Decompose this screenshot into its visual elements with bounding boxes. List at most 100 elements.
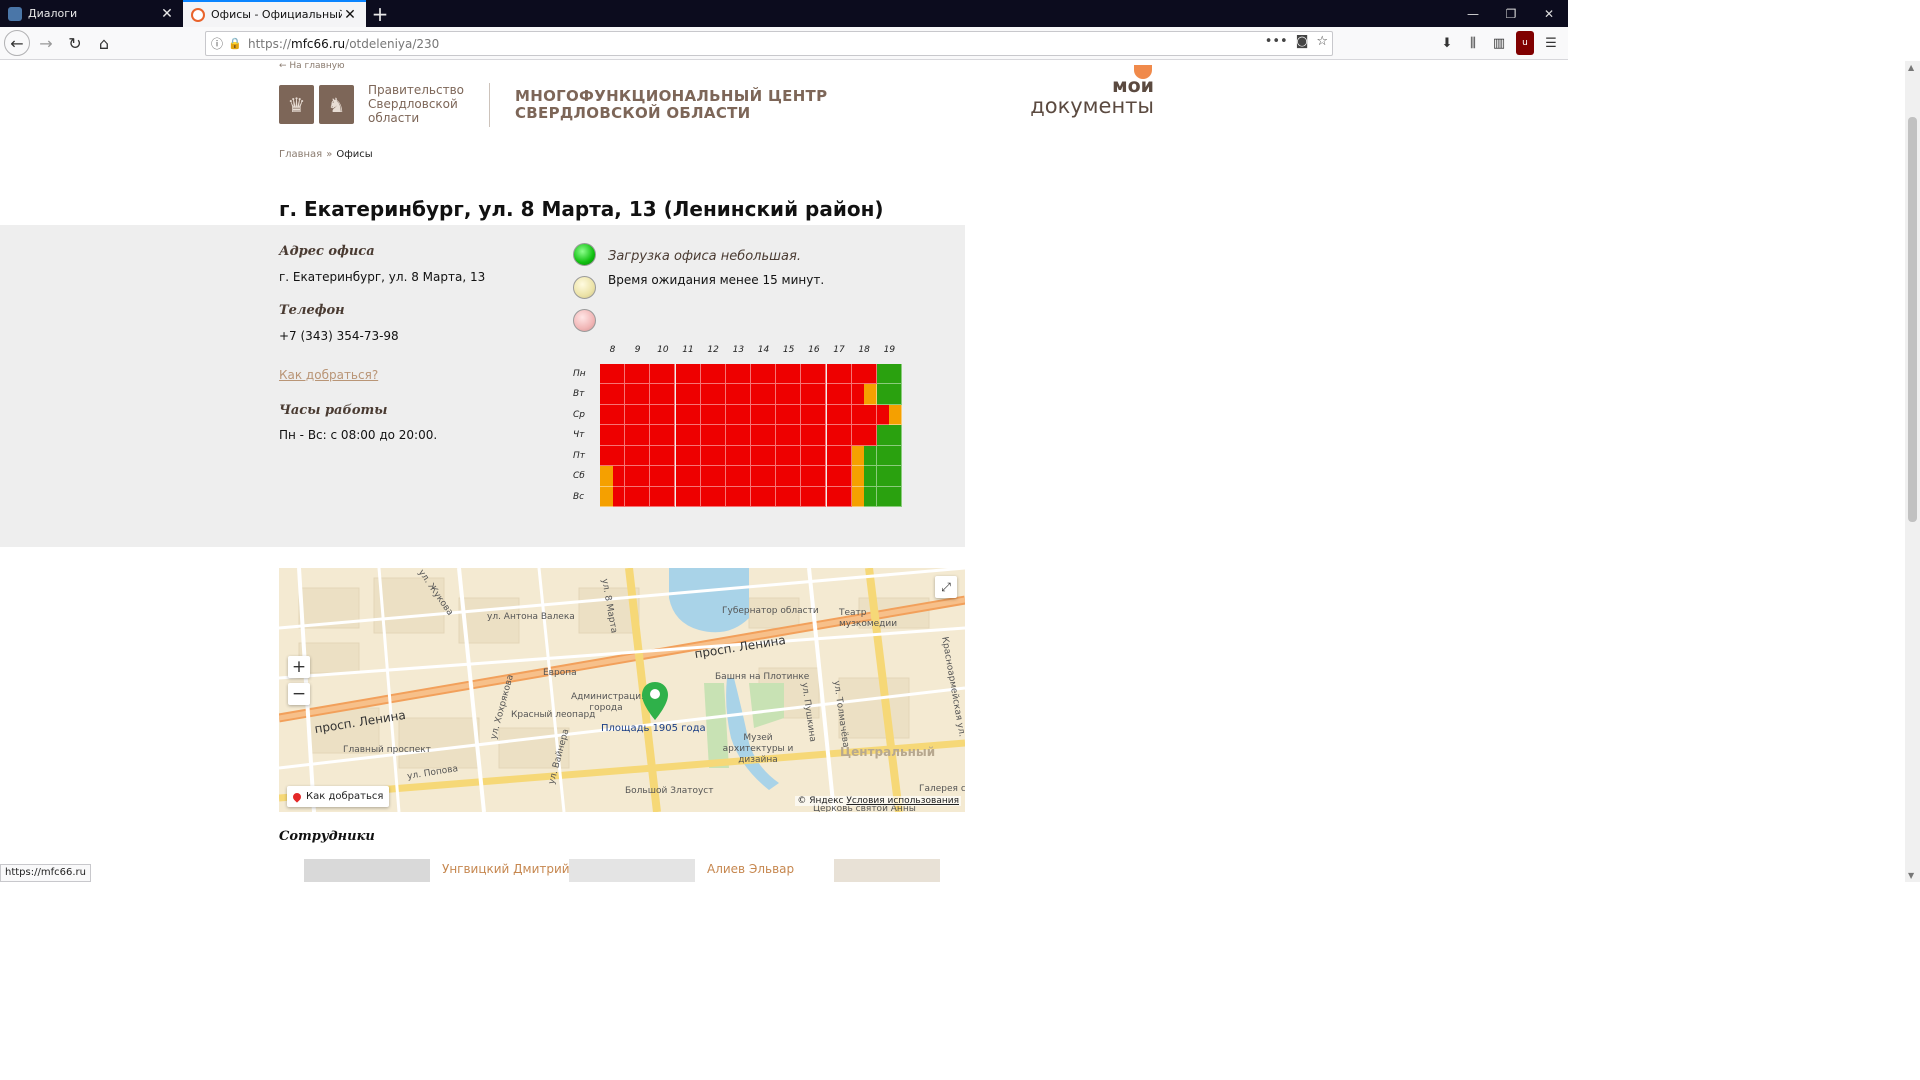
heatmap-hour-label: 17 [833,345,845,355]
heatmap-cell [889,466,902,487]
heatmap-day-label: Пн [573,369,586,379]
heatmap-cell [700,445,714,467]
moi-dokumenty-logo[interactable]: мои документы [1014,65,1154,117]
heatmap-cell [864,445,877,467]
heatmap-grid [600,364,902,507]
heatmap-cell [776,425,789,446]
heatmap-cell [600,466,613,487]
scroll-down-icon[interactable]: ▼ [1908,871,1914,880]
heatmap-day-label: Пт [573,450,586,461]
heatmap-cell [826,404,840,426]
terms-link[interactable]: Условия использования [846,796,959,806]
heatmap-cell [612,364,626,385]
heatmap-cell [751,384,764,405]
heatmap-cell [851,384,865,405]
yandex-map[interactable]: ул. Антона Валека ул. 8 Марта Губернатор… [279,568,965,812]
heatmap-cell [675,425,689,446]
reload-button[interactable]: ↻ [62,30,88,56]
new-tab-button[interactable]: + [366,0,394,27]
status-bar-url: https://mfc66.ru [0,864,91,882]
heatmap-cell [889,384,902,405]
fullscreen-button[interactable]: ⤢ [935,576,957,598]
page-scrollbar[interactable]: ▲ ▼ [1905,61,1920,882]
heatmap-cell [801,466,814,487]
route-link[interactable]: Как добраться? [279,368,378,382]
zoom-out-button[interactable]: − [288,683,310,705]
emblems: ♛ ♞ [279,85,354,124]
pocket-icon[interactable]: ◙ [1296,34,1309,49]
tab-offices[interactable]: Офисы - Официальный сайт ✕ [183,0,366,27]
address-bar[interactable]: ⓘ 🔒 https://mfc66.ru/otdeleniya/230 ••• … [205,31,1333,56]
breadcrumb-current: Офисы [336,149,373,160]
library-icon[interactable]: ⫼ [1464,31,1482,55]
heatmap-cell [637,404,651,426]
government-title: Правительство Свердловской области [368,83,464,125]
map-label: Большой Златоуст [625,786,714,796]
staff-name[interactable]: Алиев Эльвар [707,862,794,876]
heatmap-cell [612,486,626,507]
heatmap-hour-label: 13 [732,345,745,355]
heatmap-hour-label: 16 [808,345,820,355]
menu-icon[interactable]: ☰ [1542,31,1560,55]
heatmap-cell [725,445,739,467]
tab-dialogs[interactable]: Диалоги ✕ [0,0,183,27]
heatmap-cell [851,486,865,507]
breadcrumb-home[interactable]: Главная [279,149,322,160]
heatmap-hour-label: 18 [858,345,870,355]
map-canvas [279,568,965,812]
heatmap-cell [813,425,827,446]
back-to-home-link[interactable]: ← На главную [279,61,345,71]
heatmap-cell [826,466,840,487]
heatmap-cell [713,404,726,426]
hours-label: Часы работы [279,403,388,418]
heatmap-cell [612,445,626,467]
map-route-button[interactable]: Как добраться [287,786,390,807]
scroll-up-icon[interactable]: ▲ [1908,63,1914,72]
close-tab-icon[interactable]: ✕ [159,6,175,22]
heatmap-cell [675,466,689,487]
heatmap-cell [776,445,789,467]
heatmap-cell [637,425,651,446]
restore-icon[interactable]: ❐ [1492,0,1530,27]
zoom-in-button[interactable]: + [288,656,310,678]
forward-button[interactable]: → [33,30,59,56]
close-window-icon[interactable]: ✕ [1530,0,1568,27]
heatmap-cell [738,404,751,426]
heatmap-cell [851,466,865,487]
heatmap-cell [738,486,751,507]
scroll-thumb[interactable] [1908,117,1917,522]
minimize-icon[interactable]: — [1454,0,1492,27]
heatmap-cell [650,364,663,385]
pin-icon [291,790,303,803]
download-icon[interactable]: ⬇ [1438,31,1456,55]
back-button[interactable]: ← [4,30,30,56]
heatmap-cell [813,404,827,426]
staff-name[interactable]: Унгвицкий Дмитрий [442,862,570,876]
heatmap-cell [889,404,902,426]
heatmap-cell [688,425,701,446]
map-label: Театр музкомедии [839,608,898,629]
ublock-icon[interactable]: u [1516,31,1534,55]
info-icon[interactable]: ⓘ [206,35,228,52]
close-tab-icon[interactable]: ✕ [342,7,358,23]
heatmap-day-label: Вс [573,491,585,502]
page-actions-icon[interactable]: ••• [1265,34,1288,49]
office-marker-icon[interactable] [641,681,669,721]
sidebar-icon[interactable]: ▥ [1490,31,1508,55]
heatmap-cell [801,364,814,385]
heatmap-cell [864,384,877,405]
heatmap-day-label: Ср [573,409,585,420]
heatmap-hour-label: 12 [707,345,719,355]
heatmap-cell [662,404,676,426]
heatmap-cell [889,445,902,467]
heatmap-cell [675,384,689,405]
breadcrumb: Главная» Офисы [279,149,373,160]
home-button[interactable]: ⌂ [91,30,117,56]
heatmap-cell [864,404,877,426]
heatmap-cell [864,466,877,487]
heatmap-cell [738,445,751,467]
heatmap-cell [851,364,865,385]
bookmark-star-icon[interactable]: ☆ [1316,34,1328,49]
heatmap-cell [776,384,789,405]
heatmap-cell [650,384,663,405]
